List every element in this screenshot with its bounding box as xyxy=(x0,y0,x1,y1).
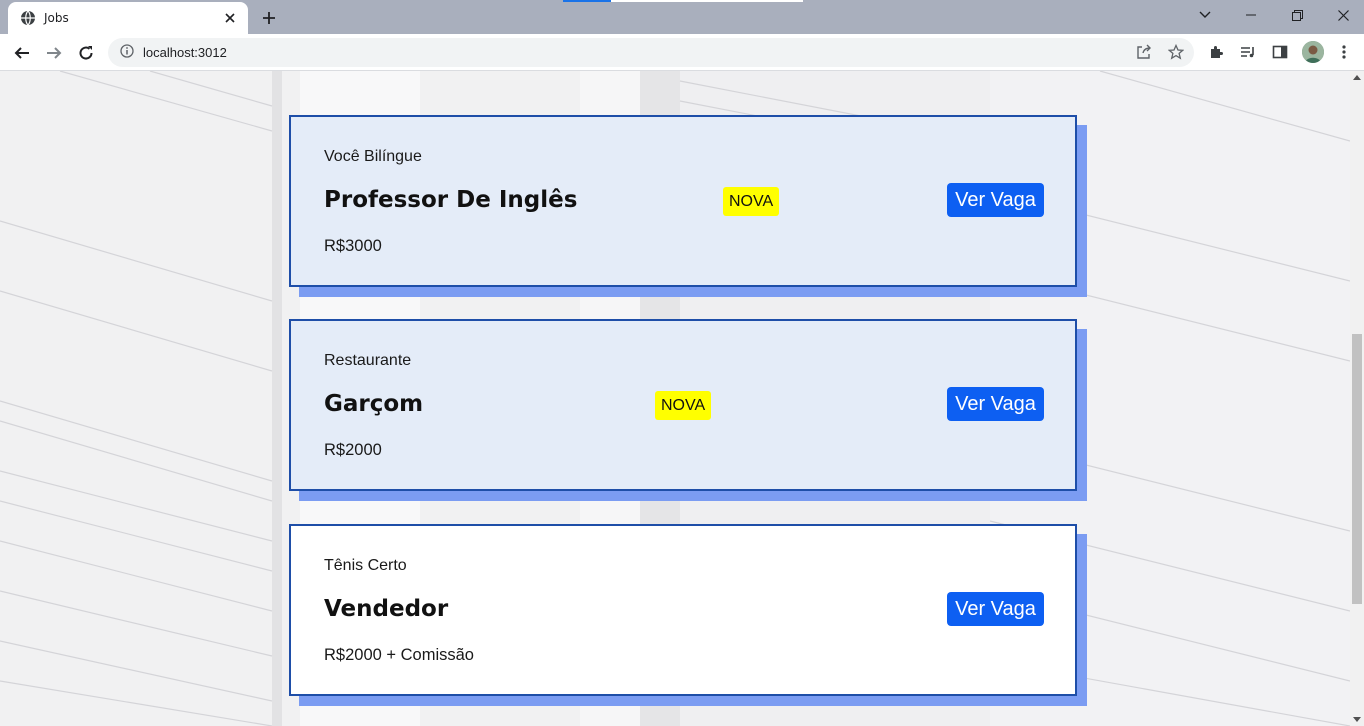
browser-toolbar: localhost:3012 xyxy=(0,34,1364,71)
extensions-icon[interactable] xyxy=(1204,40,1228,64)
job-salary: R$3000 xyxy=(324,237,382,255)
company-name: Tênis Certo xyxy=(324,557,407,574)
browser-tab[interactable]: Jobs xyxy=(8,2,248,34)
site-info-icon[interactable] xyxy=(120,43,134,62)
tab-strip-accent-light xyxy=(611,0,803,2)
reload-icon[interactable] xyxy=(72,39,100,67)
job-card-body: Restaurante Garçom NOVA Ver Vaga R$2000 xyxy=(289,319,1077,491)
side-panel-icon[interactable] xyxy=(1268,40,1292,64)
page-scrollbar[interactable] xyxy=(1350,71,1364,726)
bookmark-star-icon[interactable] xyxy=(1164,40,1188,64)
job-card-body: Tênis Certo Vendedor Ver Vaga R$2000 + C… xyxy=(289,524,1077,696)
new-tab-button[interactable] xyxy=(258,7,280,29)
job-title: Garçom xyxy=(324,391,424,417)
job-card: Restaurante Garçom NOVA Ver Vaga R$2000 xyxy=(289,319,1087,501)
job-salary: R$2000 xyxy=(324,441,382,459)
address-bar[interactable]: localhost:3012 xyxy=(108,38,1194,67)
job-title: Vendedor xyxy=(324,596,449,622)
view-job-button[interactable]: Ver Vaga xyxy=(947,592,1044,626)
job-card: Você Bilíngue Professor De Inglês NOVA V… xyxy=(289,115,1087,297)
share-icon[interactable] xyxy=(1132,40,1156,64)
job-card-body: Você Bilíngue Professor De Inglês NOVA V… xyxy=(289,115,1077,287)
scrollbar-thumb[interactable] xyxy=(1352,334,1362,604)
job-salary: R$2000 + Comissão xyxy=(324,646,474,664)
job-title: Professor De Inglês xyxy=(324,187,578,213)
tab-title: Jobs xyxy=(44,11,69,25)
profile-avatar[interactable] xyxy=(1302,41,1324,63)
menu-kebab-icon[interactable] xyxy=(1332,40,1356,64)
globe-icon xyxy=(20,10,36,26)
tab-strip-accent xyxy=(563,0,611,2)
close-tab-icon[interactable] xyxy=(222,10,238,26)
tab-strip: Jobs xyxy=(0,0,1364,34)
forward-icon[interactable] xyxy=(40,39,68,67)
url-text: localhost:3012 xyxy=(143,45,227,60)
new-badge: NOVA xyxy=(655,391,712,420)
page-viewport: Você Bilíngue Professor De Inglês NOVA V… xyxy=(0,71,1350,726)
close-window-icon[interactable] xyxy=(1320,0,1364,30)
new-badge: NOVA xyxy=(723,187,780,216)
back-icon[interactable] xyxy=(8,39,36,67)
company-name: Restaurante xyxy=(324,352,412,369)
minimize-icon[interactable] xyxy=(1228,0,1274,30)
view-job-button[interactable]: Ver Vaga xyxy=(947,183,1044,217)
scroll-down-arrow-icon[interactable] xyxy=(1353,717,1361,722)
company-name: Você Bilíngue xyxy=(324,148,422,165)
media-queue-icon[interactable] xyxy=(1236,40,1260,64)
restore-icon[interactable] xyxy=(1274,0,1320,30)
scroll-up-arrow-icon[interactable] xyxy=(1353,75,1361,80)
job-card: Tênis Certo Vendedor Ver Vaga R$2000 + C… xyxy=(289,524,1087,706)
tab-search-icon[interactable] xyxy=(1182,0,1228,30)
view-job-button[interactable]: Ver Vaga xyxy=(947,387,1044,421)
